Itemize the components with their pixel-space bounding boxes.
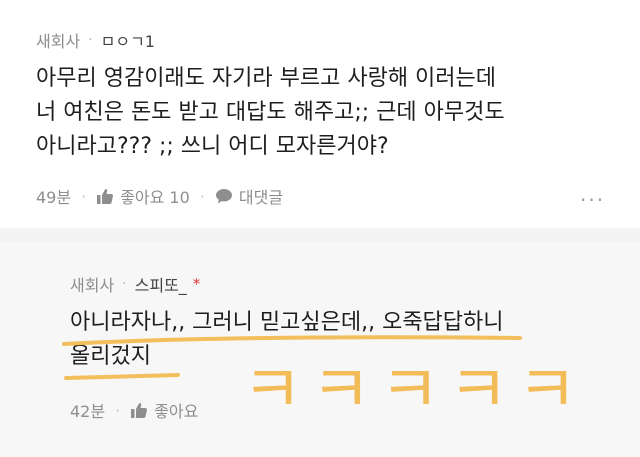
comment-divider xyxy=(0,228,640,242)
comment-1: 새회사 · ㅁㅇㄱ1 아무리 영감이래도 자기라 부르고 사랑해 이러는데 너 … xyxy=(0,0,640,228)
reply-button[interactable]: 대댓글 xyxy=(215,184,283,208)
separator-dot: · xyxy=(199,186,205,206)
speech-bubble-icon xyxy=(215,189,232,204)
separator-dot: · xyxy=(115,400,121,420)
separator-dot: · xyxy=(88,32,93,48)
separator-dot: · xyxy=(122,276,127,292)
author-nickname[interactable]: ㅁㅇㄱ1 xyxy=(101,28,155,52)
comment-time: 42분 xyxy=(70,402,106,421)
author-nickname[interactable]: 스피또_ xyxy=(135,272,187,296)
comment-line: 올리겄지 xyxy=(70,344,151,369)
author-star: * xyxy=(192,275,201,293)
comment-line: 아니라고??? ;; 쓰니 어디 모자른거야? xyxy=(36,134,389,159)
thumbs-up-icon xyxy=(131,403,148,418)
comment-actions: 42분 · 좋아요 xyxy=(70,398,198,422)
author-label[interactable]: 새회사 xyxy=(36,28,80,52)
reply-label: 대댓글 xyxy=(238,188,284,207)
more-icon[interactable]: ··· xyxy=(580,188,605,212)
comment-header: 새회사 · ㅁㅇㄱ1 xyxy=(36,28,155,52)
separator-dot: · xyxy=(81,186,87,206)
comment-body: 아무리 영감이래도 자기라 부르고 사랑해 이러는데 너 여친은 돈도 받고 대… xyxy=(36,62,505,164)
comment-line: 아무리 영감이래도 자기라 부르고 사랑해 이러는데 xyxy=(36,66,497,91)
like-button[interactable]: 좋아요 10 xyxy=(96,184,190,208)
comment-line: 너 여친은 돈도 받고 대답도 해주고;; 근데 아무것도 xyxy=(36,100,505,125)
like-button[interactable]: 좋아요 xyxy=(130,398,198,422)
comment-line: 아니라자나,, 그러니 믿고싶은데,, 오죽답답하니 xyxy=(70,310,504,335)
thumbs-up-icon xyxy=(97,189,114,204)
like-label: 좋아요 10 xyxy=(120,188,190,207)
comment-header: 새회사 · 스피또_ * xyxy=(70,272,200,296)
author-label[interactable]: 새회사 xyxy=(70,272,114,296)
comment-time: 49분 xyxy=(36,188,72,207)
comment-body: 아니라자나,, 그러니 믿고싶은데,, 오죽답답하니 올리겄지 xyxy=(70,306,504,374)
comment-2: 새회사 · 스피또_ * 아니라자나,, 그러니 믿고싶은데,, 오죽답답하니 … xyxy=(0,242,640,457)
like-label: 좋아요 xyxy=(154,402,199,421)
comment-actions: 49분 · 좋아요 10 · 대댓글 xyxy=(36,184,283,208)
